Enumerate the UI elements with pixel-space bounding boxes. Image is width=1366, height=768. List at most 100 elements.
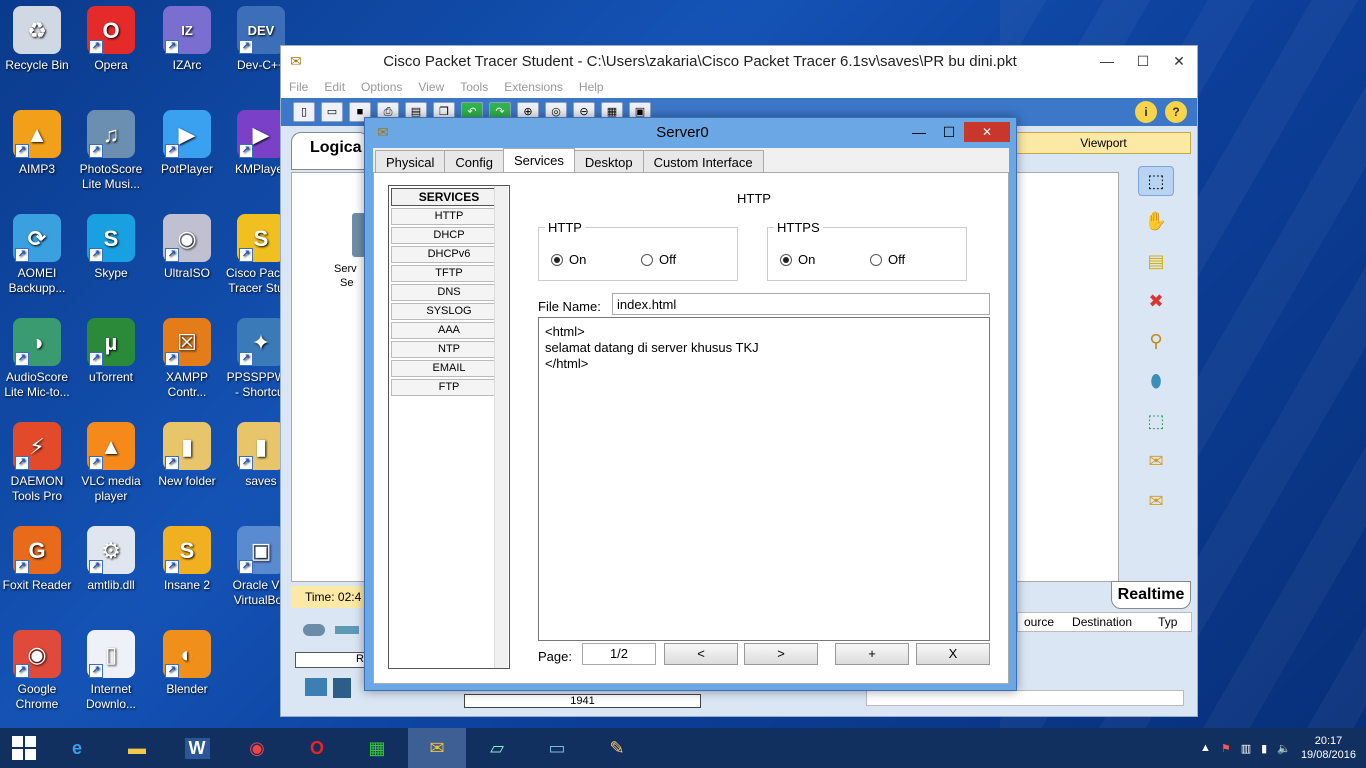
next-page-button[interactable]: > <box>744 643 818 665</box>
open-folder-icon[interactable]: ▭ <box>321 102 343 122</box>
inspect-magnifier-icon[interactable]: ⚲ <box>1138 326 1174 356</box>
tab-services[interactable]: Services <box>503 148 575 172</box>
service-item-aaa[interactable]: AAA <box>391 322 507 339</box>
desktop-icon[interactable]: S ↗ Insane 2 <box>150 520 224 620</box>
switch-category-icon[interactable] <box>335 626 359 634</box>
maximize-button[interactable]: ☐ <box>1125 49 1161 73</box>
taskbar-packet-tracer-icon[interactable]: ✉ <box>408 728 466 768</box>
menu-view[interactable]: View <box>418 80 444 94</box>
taskbar-ie-icon[interactable]: e <box>48 728 106 768</box>
service-item-tftp[interactable]: TFTP <box>391 265 507 282</box>
realtime-mode-tab[interactable]: Realtime <box>1111 581 1191 609</box>
service-item-ntp[interactable]: NTP <box>391 341 507 358</box>
desktop-icon[interactable]: ⟳ ↗ AOMEI Backupp... <box>0 208 74 308</box>
add-page-button[interactable]: + <box>835 643 909 665</box>
desktop-icon[interactable]: ◑ ↗ AudioScore Lite Mic-to... <box>0 312 74 412</box>
taskbar-explorer-icon[interactable]: ▬ <box>108 728 166 768</box>
https-off-radio[interactable]: Off <box>870 252 905 267</box>
place-note-icon[interactable]: ▤ <box>1138 246 1174 276</box>
http-on-radio[interactable]: On <box>551 252 586 267</box>
desktop-icon[interactable]: ⚡ ↗ DAEMON Tools Pro <box>0 416 74 516</box>
desktop-icon[interactable]: ▯ ↗ Internet Downlo... <box>74 624 148 724</box>
add-simple-pdu-icon[interactable]: ✉ <box>1138 446 1174 476</box>
https-on-radio[interactable]: On <box>780 252 815 267</box>
action-center-flag-icon[interactable]: ⚑ <box>1221 742 1231 755</box>
taskbar-notepad-icon[interactable]: ▱ <box>468 728 526 768</box>
html-editor[interactable]: <html> selamat datang di server khusus T… <box>538 317 990 641</box>
service-item-email[interactable]: EMAIL <box>391 360 507 377</box>
http-off-radio-dot[interactable] <box>641 253 653 266</box>
close-button[interactable]: ✕ <box>1161 49 1197 73</box>
new-file-icon[interactable]: ▯ <box>293 102 315 122</box>
logical-tab[interactable]: Logica <box>291 132 369 170</box>
router-category-icon[interactable] <box>303 624 325 636</box>
menu-edit[interactable]: Edit <box>324 80 345 94</box>
menu-file[interactable]: File <box>289 80 308 94</box>
security-category-icon[interactable] <box>333 678 351 698</box>
taskbar-chrome-icon[interactable]: ◉ <box>228 728 286 768</box>
taskbar-word-icon[interactable]: W <box>168 728 226 768</box>
help-icon[interactable]: ? <box>1165 101 1187 123</box>
desktop-icon[interactable]: ◉ ↗ Google Chrome <box>0 624 74 724</box>
prev-page-button[interactable]: < <box>664 643 738 665</box>
remove-page-button[interactable]: X <box>916 643 990 665</box>
select-tool-icon[interactable]: ⬚ <box>1138 166 1174 196</box>
services-scrollbar[interactable] <box>494 186 508 668</box>
minimize-button[interactable]: — <box>904 124 934 140</box>
volume-icon[interactable]: 🔈 <box>1277 742 1291 755</box>
service-item-syslog[interactable]: SYSLOG <box>391 303 507 320</box>
tab-config[interactable]: Config <box>444 150 504 172</box>
desktop-icon[interactable]: G ↗ Foxit Reader <box>0 520 74 620</box>
taskbar-paint-icon[interactable]: ✎ <box>588 728 646 768</box>
desktop-icon[interactable]: ☒ ↗ XAMPP Contr... <box>150 312 224 412</box>
desktop-icon[interactable]: ♫ ↗ PhotoScore Lite Musi... <box>74 104 148 204</box>
service-item-http[interactable]: HTTP <box>391 208 507 225</box>
https-off-radio-dot[interactable] <box>870 253 882 266</box>
maximize-button[interactable]: ☐ <box>934 124 964 141</box>
network-icon[interactable]: ▥ <box>1241 742 1251 755</box>
end-device-category-icon[interactable] <box>305 678 327 696</box>
taskbar-store-icon[interactable]: ▦ <box>348 728 406 768</box>
desktop-icon[interactable]: ◐ ↗ Blender <box>150 624 224 724</box>
delete-icon[interactable]: ✖ <box>1138 286 1174 316</box>
start-button[interactable] <box>0 728 48 768</box>
menu-tools[interactable]: Tools <box>460 80 488 94</box>
add-complex-pdu-icon[interactable]: ✉ <box>1138 486 1174 516</box>
http-on-radio-dot[interactable] <box>551 253 563 266</box>
taskbar-opera-icon[interactable]: O <box>288 728 346 768</box>
resize-shape-icon[interactable]: ⬚ <box>1138 406 1174 436</box>
horizontal-scrollbar[interactable] <box>866 690 1184 706</box>
clock[interactable]: 20:17 19/08/2016 <box>1301 734 1356 762</box>
desktop-icon[interactable]: ⚙ ↗ amtlib.dll <box>74 520 148 620</box>
desktop-icon[interactable]: ▮ ↗ New folder <box>150 416 224 516</box>
signal-icon[interactable]: ▮ <box>1261 742 1267 755</box>
service-item-dhcp[interactable]: DHCP <box>391 227 507 244</box>
menu-help[interactable]: Help <box>579 80 604 94</box>
taskbar-photos-icon[interactable]: ▭ <box>528 728 586 768</box>
tray-chevron-icon[interactable]: ▲ <box>1200 742 1211 754</box>
desktop-icon[interactable]: ▲ ↗ AIMP3 <box>0 104 74 204</box>
service-item-ftp[interactable]: FTP <box>391 379 507 396</box>
tab-custom-interface[interactable]: Custom Interface <box>642 150 764 172</box>
desktop-icon[interactable]: ▶ ↗ PotPlayer <box>150 104 224 204</box>
minimize-button[interactable]: — <box>1089 49 1125 73</box>
service-item-dns[interactable]: DNS <box>391 284 507 301</box>
desktop-icon[interactable]: O ↗ Opera <box>74 0 148 100</box>
tab-desktop[interactable]: Desktop <box>573 150 644 172</box>
https-on-radio-dot[interactable] <box>780 253 792 266</box>
desktop-icon[interactable]: IZ ↗ IZArc <box>150 0 224 100</box>
close-button[interactable]: ✕ <box>964 122 1010 142</box>
menu-options[interactable]: Options <box>361 80 402 94</box>
service-item-dhcpv6[interactable]: DHCPv6 <box>391 246 507 263</box>
tab-physical[interactable]: Physical <box>375 150 446 172</box>
move-layout-hand-icon[interactable]: ✋ <box>1138 206 1174 236</box>
desktop-icon[interactable]: ◉ ↗ UltraISO <box>150 208 224 308</box>
http-off-radio[interactable]: Off <box>641 252 676 267</box>
desktop-icon[interactable]: ▲ ↗ VLC media player <box>74 416 148 516</box>
info-icon[interactable]: i <box>1135 101 1157 123</box>
desktop-icon[interactable]: µ ↗ uTorrent <box>74 312 148 412</box>
menu-extensions[interactable]: Extensions <box>504 80 563 94</box>
desktop-icon[interactable]: S ↗ Skype <box>74 208 148 308</box>
viewport-button[interactable]: Viewport <box>1016 132 1191 154</box>
desktop-icon[interactable]: ♻ Recycle Bin <box>0 0 74 100</box>
